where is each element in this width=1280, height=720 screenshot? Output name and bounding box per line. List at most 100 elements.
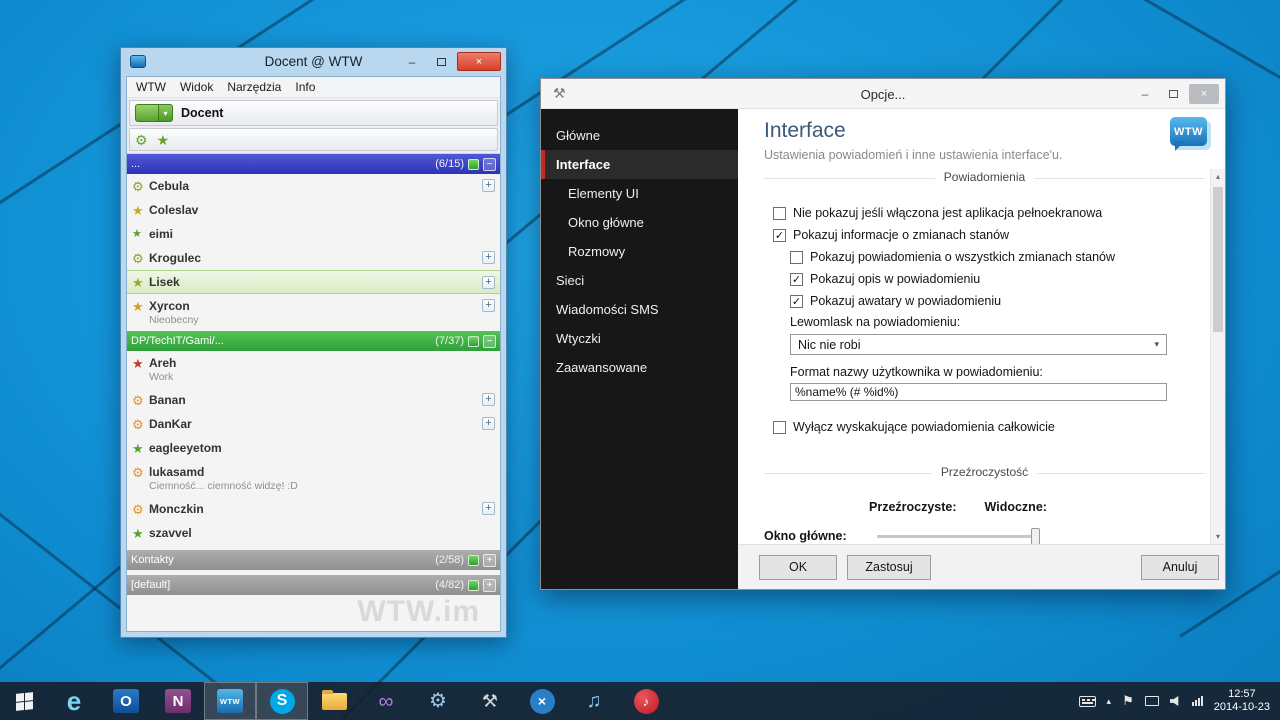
- expand-button[interactable]: +: [482, 299, 495, 312]
- checkbox[interactable]: [773, 421, 786, 434]
- group-header-3[interactable]: Kontakty (2/58) +: [127, 550, 500, 570]
- touch-keyboard-icon[interactable]: [1079, 696, 1096, 707]
- menu-narzedzia[interactable]: Narzędzia: [220, 80, 288, 94]
- option-avatars[interactable]: ✓ Pokazuj awatary w powiadomieniu: [790, 293, 1205, 309]
- favorites-star-icon[interactable]: ★: [157, 133, 170, 147]
- display-icon[interactable]: [1145, 696, 1159, 706]
- start-button[interactable]: [0, 682, 48, 720]
- close-button[interactable]: ×: [1189, 84, 1219, 104]
- sidebar-item-sieci[interactable]: Sieci: [541, 266, 738, 295]
- format-input[interactable]: [790, 383, 1167, 401]
- taskbar-tools-button[interactable]: ⚒: [464, 682, 516, 720]
- group-header-2[interactable]: DP/TechIT/Gami/... (7/37) −: [127, 331, 500, 351]
- minimize-button[interactable]: –: [399, 52, 425, 71]
- contact-row[interactable]: ⚙ Krogulec +: [127, 246, 500, 270]
- scrollbar-thumb[interactable]: [1213, 187, 1223, 332]
- taskbar-ie-button[interactable]: e: [48, 682, 100, 720]
- apply-button[interactable]: Zastosuj: [847, 555, 931, 580]
- taskbar-music-button[interactable]: ♫: [568, 682, 620, 720]
- tray-chevron-up-icon[interactable]: ▴: [1107, 696, 1112, 707]
- menu-widok[interactable]: Widok: [173, 80, 220, 94]
- action-center-flag-icon[interactable]: ⚑: [1122, 693, 1134, 709]
- group-header-1[interactable]: ... (6/15) −: [127, 154, 500, 174]
- cancel-button[interactable]: Anuluj: [1141, 555, 1219, 580]
- leftclick-select[interactable]: Nic nie robi ▾: [790, 334, 1167, 355]
- taskbar: e O N WTW S ∞ ⚙ ⚒ × ♫ ♪ ▴ ⚑ 12:57 2014-1…: [0, 682, 1280, 720]
- option-description[interactable]: ✓ Pokazuj opis w powiadomieniu: [790, 271, 1205, 287]
- volume-icon[interactable]: [1170, 696, 1181, 707]
- sidebar-item-rozmowy[interactable]: Rozmowy: [541, 237, 738, 266]
- contact-row[interactable]: ★ Areh Work: [127, 351, 500, 388]
- checkbox[interactable]: [790, 251, 803, 264]
- minimize-button[interactable]: –: [1133, 84, 1157, 104]
- taskbar-wtw-button[interactable]: WTW: [204, 682, 256, 720]
- slider-thumb[interactable]: [1031, 528, 1040, 545]
- sidebar-item-wiadomosci-sms[interactable]: Wiadomości SMS: [541, 295, 738, 324]
- maximize-button[interactable]: [428, 52, 454, 71]
- expand-button[interactable]: +: [482, 276, 495, 289]
- contact-row[interactable]: ⚙ Banan +: [127, 388, 500, 412]
- expand-button[interactable]: +: [482, 251, 495, 264]
- contact-row[interactable]: ⚙ lukasamd Ciemność... ciemność widzę! :…: [127, 460, 500, 497]
- options-titlebar[interactable]: ⚒ Opcje... – ×: [541, 79, 1225, 109]
- checkbox[interactable]: ✓: [790, 295, 803, 308]
- option-state-changes[interactable]: ✓ Pokazuj informacje o zmianach stanów: [773, 227, 1205, 243]
- menu-info[interactable]: Info: [288, 80, 322, 94]
- docent-toolbar: ▾ Docent ⚙ ★: [127, 98, 500, 154]
- contact-row[interactable]: ★ Coleslav: [127, 198, 500, 222]
- sidebar-item-zaawansowane[interactable]: Zaawansowane: [541, 353, 738, 382]
- option-disable-popups[interactable]: Wyłącz wyskakujące powiadomienia całkowi…: [773, 419, 1205, 435]
- transparency-slider[interactable]: [877, 535, 1040, 538]
- leftclick-label: Lewomlask na powiadomieniu:: [790, 315, 1205, 329]
- taskbar-outlook-button[interactable]: O: [100, 682, 152, 720]
- close-button[interactable]: ×: [457, 52, 501, 71]
- checkbox[interactable]: [773, 207, 786, 220]
- taskbar-visualstudio-button[interactable]: ∞: [360, 682, 412, 720]
- contact-row[interactable]: ★ Xyrcon Nieobecny +: [127, 294, 500, 331]
- group-header-4[interactable]: [default] (4/82) +: [127, 575, 500, 595]
- contact-row[interactable]: ⚙ Cebula +: [127, 174, 500, 198]
- expand-button[interactable]: +: [482, 502, 495, 515]
- contact-row[interactable]: ⚙ DanKar +: [127, 412, 500, 436]
- protocol-gear-icon[interactable]: ⚙: [135, 133, 148, 147]
- taskbar-skype-button[interactable]: S: [256, 682, 308, 720]
- option-all-state-changes[interactable]: Pokazuj powiadomienia o wszystkich zmian…: [790, 249, 1205, 265]
- option-fullscreen[interactable]: Nie pokazuj jeśli włączona jest aplikacj…: [773, 205, 1205, 221]
- expand-button[interactable]: +: [482, 417, 495, 430]
- sidebar-item-wtyczki[interactable]: Wtyczki: [541, 324, 738, 353]
- maximize-button[interactable]: [1161, 84, 1185, 104]
- taskbar-clock[interactable]: 12:57 2014-10-23: [1214, 688, 1270, 714]
- scroll-down-icon[interactable]: ▾: [1211, 529, 1225, 544]
- status-dropdown-button[interactable]: ▾: [159, 104, 173, 122]
- scroll-up-icon[interactable]: ▴: [1211, 169, 1225, 184]
- ok-button[interactable]: OK: [759, 555, 837, 580]
- status-button[interactable]: [135, 104, 159, 122]
- contact-row[interactable]: ★ szavvel: [127, 521, 500, 545]
- sidebar-item-elementy-ui[interactable]: Elementy UI: [541, 179, 738, 208]
- menu-wtw[interactable]: WTW: [129, 80, 173, 94]
- expand-button[interactable]: +: [482, 393, 495, 406]
- scrollbar[interactable]: ▴ ▾: [1210, 169, 1225, 544]
- collapse-button[interactable]: −: [483, 335, 496, 348]
- sidebar-item-interface[interactable]: Interface: [541, 150, 738, 179]
- taskbar-explorer-button[interactable]: [308, 682, 360, 720]
- taskbar-settings-button[interactable]: ⚙: [412, 682, 464, 720]
- taskbar-x-app-button[interactable]: ×: [516, 682, 568, 720]
- contact-row[interactable]: ⚙ Monczkin +: [127, 497, 500, 521]
- docent-titlebar[interactable]: Docent @ WTW – ×: [121, 48, 506, 76]
- contact-row[interactable]: ★ eimi: [127, 222, 500, 246]
- expand-button[interactable]: +: [482, 179, 495, 192]
- collapse-button[interactable]: −: [483, 158, 496, 171]
- sidebar-item-okno-glowne[interactable]: Okno główne: [541, 208, 738, 237]
- taskbar-media-button[interactable]: ♪: [620, 682, 672, 720]
- contact-row[interactable]: ★ eagleeyetom: [127, 436, 500, 460]
- outlook-icon: O: [113, 689, 139, 713]
- checkbox[interactable]: ✓: [790, 273, 803, 286]
- sidebar-item-glowne[interactable]: Główne: [541, 121, 738, 150]
- expand-group-button[interactable]: +: [483, 554, 496, 567]
- contact-row-selected[interactable]: ★ Lisek +: [127, 270, 500, 294]
- checkbox[interactable]: ✓: [773, 229, 786, 242]
- expand-group-button[interactable]: +: [483, 579, 496, 592]
- network-icon[interactable]: [1192, 696, 1203, 706]
- taskbar-onenote-button[interactable]: N: [152, 682, 204, 720]
